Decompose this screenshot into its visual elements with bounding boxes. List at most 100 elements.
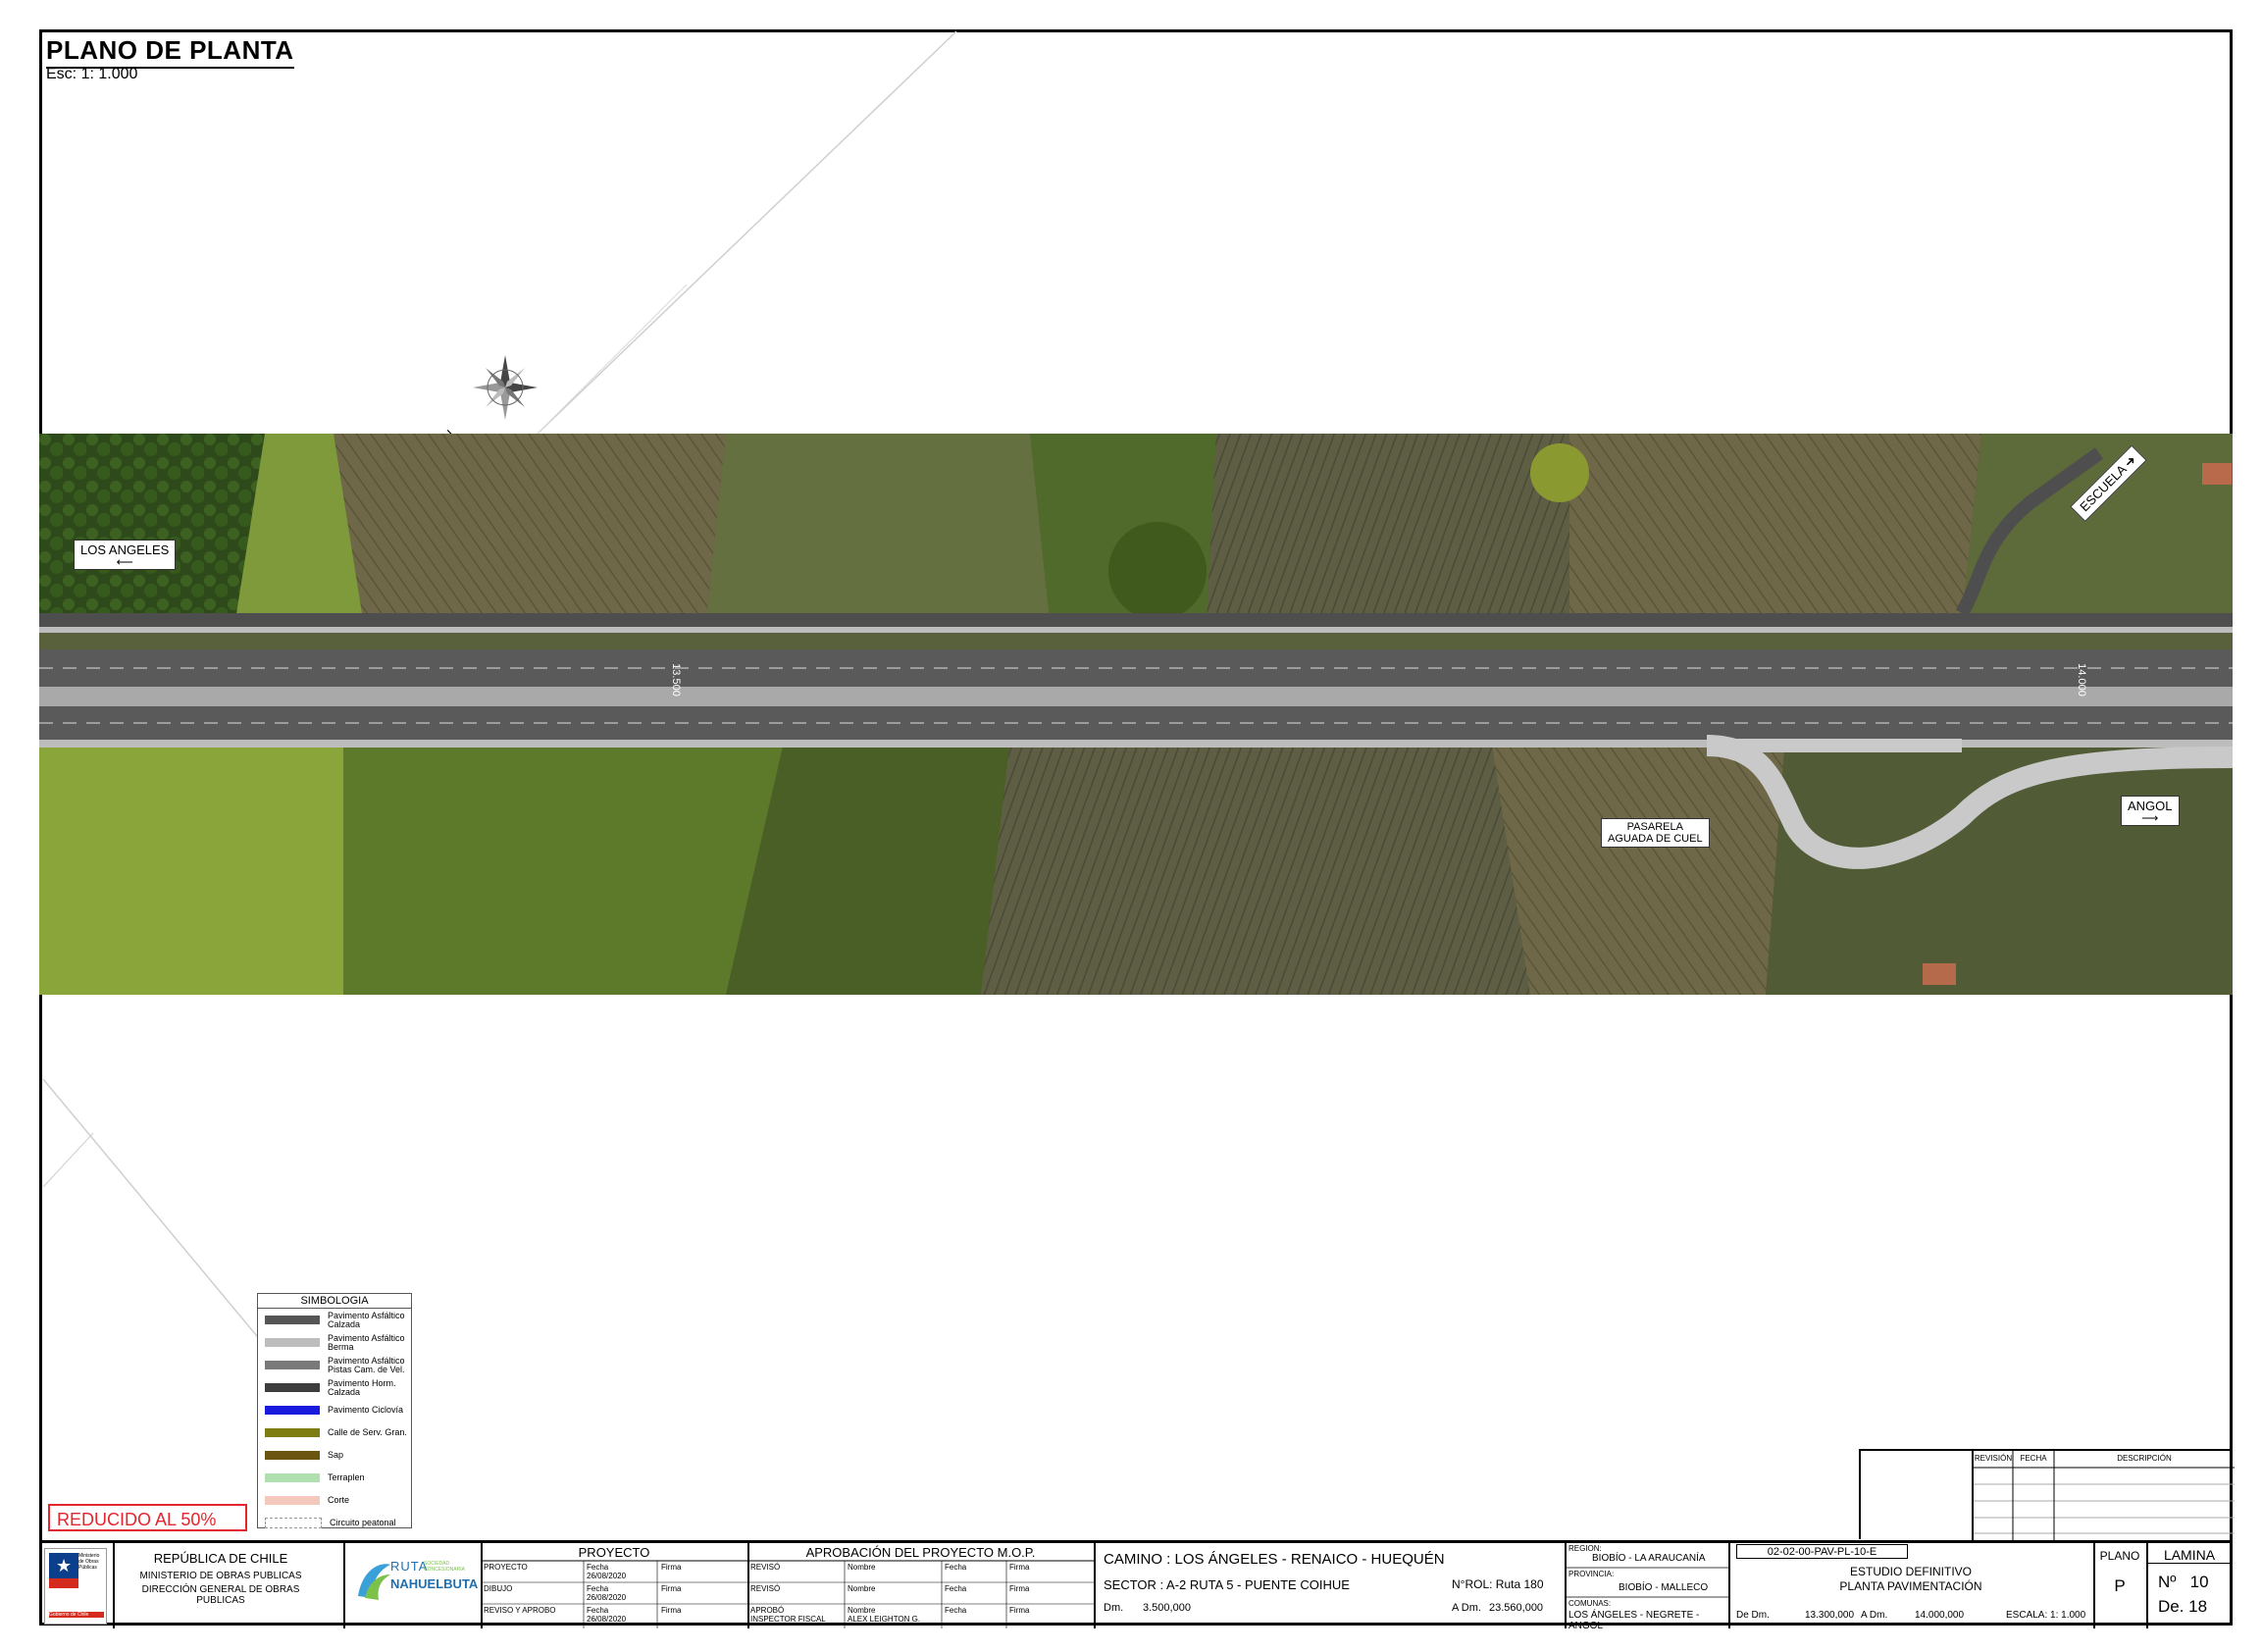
chile-flag-icon: ★ (49, 1553, 78, 1588)
label-angol: ANGOL ⟶ (2121, 796, 2180, 826)
dm-value: 3.500,000 (1143, 1602, 1191, 1614)
escala-text: ESCALA: 1: 1.000 (2006, 1610, 2086, 1621)
legend: SIMBOLOGIA Pavimento Asfáltico Calzada Pa… (257, 1293, 412, 1528)
aprobacion-nombre: ALEX LEIGHTON G. (848, 1615, 921, 1624)
company-main: RUTA (390, 1559, 429, 1574)
plano-label: PLANO (2099, 1549, 2140, 1563)
company-name: NAHUELBUTA (390, 1576, 479, 1591)
lamina-label: LAMINA (2146, 1547, 2233, 1564)
arrow-right-icon: ⟶ (2141, 811, 2159, 825)
legend-label: Corte (328, 1495, 350, 1505)
a-dm-value: 14.000,000 (1915, 1610, 1965, 1621)
legend-swatch (265, 1428, 320, 1437)
legend-items: Pavimento Asfáltico Calzada Pavimento Asf… (258, 1309, 411, 1534)
legend-swatch (265, 1496, 320, 1505)
label-pasarela: PASARELA AGUADA DE CUEL (1601, 818, 1710, 848)
gov-logo-text: Ministerio de Obras Públicas (78, 1553, 100, 1571)
provincia-value: BIOBÍO - MALLECO (1619, 1582, 1709, 1593)
rev-date-header: FECHA (2020, 1454, 2047, 1463)
legend-item: Pavimento Asfáltico Berma (258, 1331, 411, 1354)
proyecto-firma: Firma (661, 1563, 682, 1572)
de-dm-value: 13.300,000 (1805, 1610, 1855, 1621)
divider (113, 1543, 115, 1628)
legend-item: Pavimento Horm. Calzada (258, 1376, 411, 1399)
planta-text: PLANTA PAVIMENTACIÓN (1839, 1579, 1982, 1593)
legend-swatch (265, 1406, 320, 1415)
aprobacion-role: APROBÓ (750, 1606, 785, 1615)
legend-swatch (265, 1316, 320, 1324)
legend-label: Calle de Serv. Gran. (328, 1427, 407, 1437)
legend-label: Terraplen (328, 1472, 365, 1482)
legend-item: Pavimento Asfáltico Pistas Cam. de Vel. (258, 1354, 411, 1376)
aprobacion-role: REVISÓ (750, 1563, 781, 1572)
aprobacion-firma: Firma (1009, 1563, 1030, 1572)
provincia-label: PROVINCIA: (1568, 1570, 1615, 1578)
dm-label: Dm. (1104, 1602, 1124, 1614)
reduction-stamp: REDUCIDO AL 50% (48, 1504, 247, 1531)
adm-value: 23.560,000 (1489, 1602, 1544, 1614)
proyecto-fecha-label: Fecha (587, 1584, 609, 1593)
arrow-left-icon: ⟵ (116, 555, 133, 569)
de-dm-label: De Dm. (1736, 1610, 1770, 1621)
aprobacion-role: REVISÓ (750, 1584, 781, 1593)
direction-text: DIRECCIÓN GENERAL DE OBRAS PUBLICAS (141, 1584, 300, 1606)
legend-item: Sap (258, 1444, 411, 1467)
region-value: BIOBÍO - LA ARAUCANÍA (1592, 1553, 1706, 1564)
code-box: 02-02-00-PAV-PL-10-E (1736, 1544, 1908, 1559)
chainage-right: 14.000 (2075, 663, 2087, 697)
proyecto-fecha-label: Fecha (587, 1563, 609, 1572)
company-logo: RUTA SOCIEDAD CONCESIONARIA NAHUELBUTA (353, 1557, 479, 1606)
ministry-text: MINISTERIO DE OBRAS PUBLICAS (139, 1571, 302, 1581)
legend-item: Pavimento Asfáltico Calzada (258, 1309, 411, 1331)
proyecto-firma: Firma (661, 1584, 682, 1593)
proyecto-firma: Firma (661, 1606, 682, 1615)
proyecto-fecha: 26/08/2020 (587, 1593, 627, 1602)
proyecto-fecha-label: Fecha (587, 1606, 609, 1615)
legend-label: Circuito peatonal (330, 1518, 396, 1527)
comunas-value: LOS ÁNGELES - NEGRETE - ANGOL (1568, 1610, 1700, 1631)
republic-title: REPÚBLICA DE CHILE (153, 1551, 288, 1566)
legend-title: SIMBOLOGIA (258, 1294, 411, 1309)
label-los-angeles: LOS ANGELES ⟵ (74, 540, 177, 570)
rev-header: REVISIÓN (1974, 1454, 2013, 1463)
plano-value: P (2114, 1576, 2126, 1595)
legend-swatch (265, 1451, 320, 1460)
comunas-label: COMUNAS: (1568, 1599, 1612, 1608)
proyecto-fecha: 26/08/2020 (587, 1572, 627, 1580)
company-sub: SOCIEDAD CONCESIONARIA (424, 1561, 465, 1573)
adm-label: A Dm. (1452, 1602, 1481, 1614)
proyecto-role: PROYECTO (484, 1563, 528, 1572)
aprobacion-nombre-label: Nombre (848, 1606, 876, 1615)
estudio-text: ESTUDIO DEFINITIVO (1849, 1565, 1972, 1578)
company-swoosh-icon (358, 1564, 390, 1600)
aprobacion-nombre-label: Nombre (848, 1584, 876, 1593)
legend-swatch (265, 1361, 320, 1369)
legend-swatch (265, 1518, 322, 1528)
lamina-total: De. 18 (2158, 1597, 2208, 1616)
legend-label: Sap (328, 1450, 344, 1460)
legend-swatch (265, 1338, 320, 1347)
rev-desc-header: DESCRIPCIÓN (2117, 1454, 2172, 1463)
revision-lines (1974, 1451, 2235, 1541)
arrow-icon: ➜ (2121, 451, 2139, 471)
legend-label: Pavimento Horm. Calzada (328, 1377, 396, 1397)
aprobacion-fecha: Fecha (945, 1584, 967, 1593)
rol-text: N°ROL: Ruta 180 (1452, 1577, 1544, 1591)
aprobacion-firma: Firma (1009, 1606, 1030, 1615)
aprobacion-role2: INSPECTOR FISCAL (750, 1615, 826, 1624)
revision-grid: REVISIÓN FECHA DESCRIPCIÓN (1974, 1451, 2235, 1541)
legend-swatch (265, 1383, 320, 1392)
title-block: ★ Ministerio de Obras Públicas Gobierno … (39, 1540, 2233, 1631)
aprobacion-fecha: Fecha (945, 1563, 967, 1572)
legend-item: Terraplen (258, 1467, 411, 1489)
aerial-map: 13.500 14.000 LOS ANGELES ⟵ ANGOL ⟶ ESCU… (39, 434, 2233, 995)
legend-item: Circuito peatonal (258, 1512, 411, 1534)
aprobacion-nombre-label: Nombre (848, 1563, 876, 1572)
proyecto-role: REVISO Y APROBO (484, 1606, 556, 1615)
chainage-left: 13.500 (669, 663, 682, 697)
aerial-photo (39, 434, 2233, 995)
aprobacion-section: APROBACIÓN DEL PROYECTO M.O.P. REVISÓ Nom… (747, 1543, 1094, 1628)
legend-label: Pavimento Asfáltico Pistas Cam. de Vel. (328, 1355, 405, 1374)
divider (1094, 1543, 1096, 1628)
legend-label: Pavimento Asfáltico Berma (328, 1332, 405, 1352)
